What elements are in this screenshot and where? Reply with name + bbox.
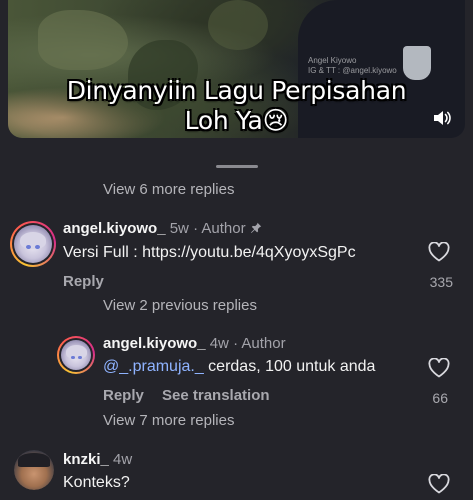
comment-text: Versi Full : https://youtu.be/4qXyoyxSgP…: [63, 244, 356, 261]
comment-username-row: angel.kiyowo_ 5w · Author: [63, 220, 262, 237]
sheet-drag-handle[interactable]: [216, 165, 258, 168]
video-caption-line-2: Loh Ya😢: [184, 106, 289, 135]
comment-username[interactable]: knzki_: [63, 451, 109, 468]
video-caption-line-1: Dinyanyiin Lagu Perpisahan: [66, 76, 407, 105]
reply-text: @_.pramuja._ cerdas, 100 untuk anda: [103, 358, 375, 376]
view-more-replies-link[interactable]: View 6 more replies: [103, 181, 234, 198]
avatar-cap: [18, 453, 50, 468]
reply-time: 4w: [209, 335, 229, 352]
avatar-eye: [70, 355, 75, 360]
avatar[interactable]: [10, 221, 56, 267]
comment-username-row: knzki_ 4w: [63, 451, 132, 468]
mention-link[interactable]: @_.pramuja._: [103, 358, 204, 375]
avatar-hair: [19, 231, 47, 249]
view-previous-replies-link[interactable]: View 2 previous replies: [103, 297, 257, 314]
avatar[interactable]: [57, 336, 95, 374]
reply-username-row: angel.kiyowo_ 4w · Author: [103, 335, 286, 352]
avatar-hair: [65, 345, 87, 359]
avatar-ring-inner: [12, 223, 54, 265]
video-background-shape: [208, 0, 268, 50]
video-background-shape: [38, 10, 128, 70]
comment-text: Konteks?: [63, 474, 130, 491]
like-heart-icon[interactable]: [428, 474, 450, 494]
reply-username[interactable]: angel.kiyowo_: [103, 335, 206, 352]
avatar-image: [14, 450, 54, 490]
view-more-replies-link[interactable]: View 7 more replies: [103, 412, 234, 429]
reply-button[interactable]: Reply: [63, 273, 104, 290]
watermark-name: Angel Kiyowo: [308, 56, 357, 65]
video-preview[interactable]: Angel Kiyowo IG & TT : @angel.kiyowo Din…: [8, 0, 465, 138]
author-badge: · Author: [193, 220, 246, 237]
avatar-ring-inner: [59, 338, 93, 372]
jacket-patch: [403, 46, 431, 80]
author-badge: · Author: [233, 335, 286, 352]
reply-button[interactable]: Reply: [103, 387, 144, 404]
avatar-eye: [77, 355, 82, 360]
pin-icon: [250, 222, 261, 233]
avatar-image: [61, 340, 91, 370]
watermark-handle: IG & TT : @angel.kiyowo: [308, 66, 397, 75]
avatar[interactable]: [14, 450, 54, 490]
comment-username[interactable]: angel.kiyowo_: [63, 220, 166, 237]
like-heart-icon[interactable]: [428, 242, 450, 262]
reply-text-body: cerdas, 100 untuk anda: [203, 358, 376, 375]
video-watermark: Angel Kiyowo IG & TT : @angel.kiyowo: [308, 56, 397, 76]
like-count: 335: [429, 274, 453, 290]
comment-time: 4w: [113, 451, 133, 468]
avatar-eye: [34, 244, 41, 250]
avatar-image: [14, 225, 52, 263]
like-heart-icon[interactable]: [428, 358, 450, 378]
speaker-icon[interactable]: [433, 110, 451, 126]
comment-time: 5w: [169, 220, 189, 237]
like-count: 66: [432, 390, 448, 406]
see-translation-button[interactable]: See translation: [162, 387, 270, 404]
